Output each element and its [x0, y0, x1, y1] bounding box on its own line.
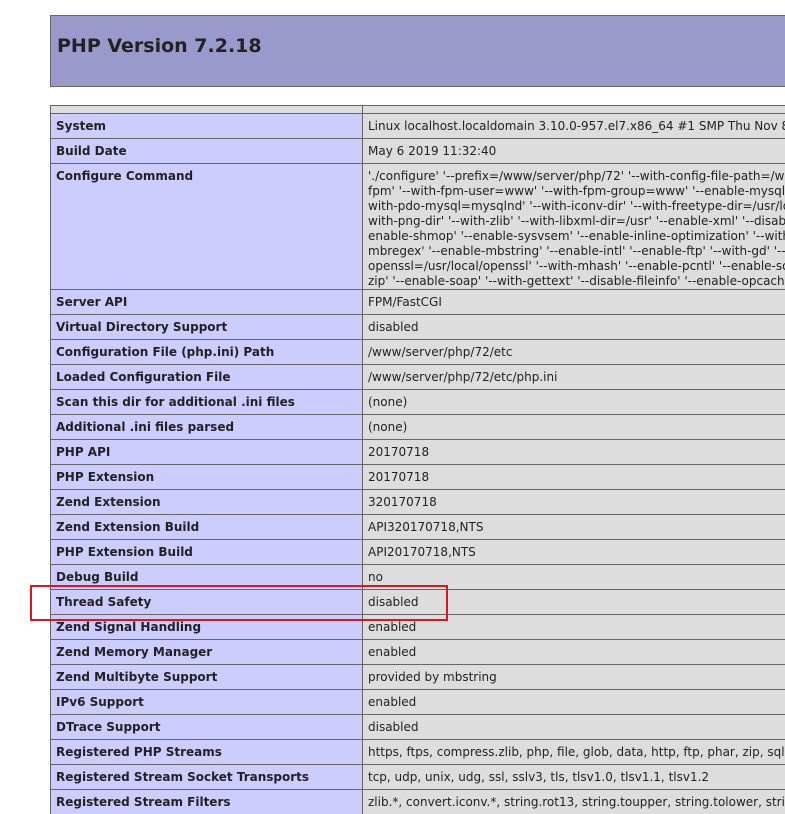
row-key: Registered PHP Streams: [50, 739, 363, 765]
row-value: /www/server/php/72/etc: [362, 339, 785, 365]
row-value: 20170718: [362, 439, 785, 465]
row-key: Additional .ini files parsed: [50, 414, 363, 440]
row-key: Loaded Configuration File: [50, 364, 363, 390]
row-value: disabled: [362, 589, 785, 615]
row-value: 320170718: [362, 489, 785, 515]
row-value: enabled: [362, 639, 785, 665]
table-row: PHP Extension 20170718: [50, 464, 785, 490]
row-key: Registered Stream Socket Transports: [50, 764, 363, 790]
row-key: Debug Build: [50, 564, 363, 590]
row-value: https, ftps, compress.zlib, php, file, g…: [362, 739, 785, 765]
row-key: Configure Command: [50, 163, 363, 290]
table-row: Virtual Directory Support disabled: [50, 314, 785, 340]
configure-command-line: with-png-dir' '--with-zlib' '--with-libx…: [368, 214, 785, 228]
table-row: Build Date May 6 2019 11:32:40: [50, 138, 785, 164]
row-key: IPv6 Support: [50, 689, 363, 715]
row-key: Zend Signal Handling: [50, 614, 363, 640]
table-row: Registered Stream Filters zlib.*, convert…: [50, 789, 785, 814]
row-key: Virtual Directory Support: [50, 314, 363, 340]
row-key: System: [50, 113, 363, 139]
configure-command-line: openssl=/usr/local/openssl' '--with-mhas…: [368, 259, 785, 273]
row-value: zlib.*, convert.iconv.*, string.rot13, s…: [362, 789, 785, 814]
table-row: Zend Multibyte Support provided by mbstri…: [50, 664, 785, 690]
row-key: Zend Multibyte Support: [50, 664, 363, 690]
row-key: Zend Memory Manager: [50, 639, 363, 665]
row-key: PHP API: [50, 439, 363, 465]
table-row: IPv6 Support enabled: [50, 689, 785, 715]
row-value: May 6 2019 11:32:40: [362, 138, 785, 164]
table-row: PHP API 20170718: [50, 439, 785, 465]
configure-command-line: zip' '--enable-soap' '--with-gettext' '-…: [368, 274, 785, 288]
row-value: (none): [362, 389, 785, 415]
row-value: FPM/FastCGI: [362, 289, 785, 315]
table-row: Thread Safety disabled: [50, 589, 785, 615]
row-key: Build Date: [50, 138, 363, 164]
row-key: Configuration File (php.ini) Path: [50, 339, 363, 365]
row-key: Registered Stream Filters: [50, 789, 363, 814]
configure-command-line: './configure' '--prefix=/www/server/php/…: [368, 169, 785, 183]
row-value: enabled: [362, 689, 785, 715]
table-row: Loaded Configuration File/www/server/php…: [50, 364, 785, 390]
row-value: no: [362, 564, 785, 590]
configure-command-line: enable-shmop' '--enable-sysvsem' '--enab…: [368, 229, 785, 243]
row-key: DTrace Support: [50, 714, 363, 740]
table-row: PHP Extension Build API20170718,NTS: [50, 539, 785, 565]
row-value: /www/server/php/72/etc/php.ini: [362, 364, 785, 390]
row-value: API320170718,NTS: [362, 514, 785, 540]
phpinfo-page: PHP Version 7.2.18 System Linux localhost…: [0, 0, 785, 814]
row-key: Server API: [50, 289, 363, 315]
table-row: Additional .ini files parsed (none): [50, 414, 785, 440]
row-value: (none): [362, 414, 785, 440]
table-row: Zend Memory Manager enabled: [50, 639, 785, 665]
table-row: System Linux localhost.localdomain 3.10.0…: [50, 113, 785, 139]
table-row: DTrace Support disabled: [50, 714, 785, 740]
table-row: Zend Signal Handling enabled: [50, 614, 785, 640]
row-value: 20170718: [362, 464, 785, 490]
row-key: Zend Extension: [50, 489, 363, 515]
row-value: API20170718,NTS: [362, 539, 785, 565]
row-value: Linux localhost.localdomain 3.10.0-957.e…: [362, 113, 785, 139]
version-header: PHP Version 7.2.18: [50, 15, 785, 87]
table-row: Server API FPM/FastCGI: [50, 289, 785, 315]
row-key: Thread Safety: [50, 589, 363, 615]
row-value: disabled: [362, 314, 785, 340]
table-row: Zend Extension Build API320170718,NTS: [50, 514, 785, 540]
row-value: enabled: [362, 614, 785, 640]
row-value: tcp, udp, unix, udg, ssl, sslv3, tls, tl…: [362, 764, 785, 790]
row-value: './configure' '--prefix=/www/server/php/…: [362, 163, 785, 290]
phpinfo-table: System Linux localhost.localdomain 3.10.0…: [50, 105, 785, 814]
configure-command-line: mbregex' '--enable-mbstring' '--enable-i…: [368, 244, 785, 258]
row-value: provided by mbstring: [362, 664, 785, 690]
row-key: Scan this dir for additional .ini files: [50, 389, 363, 415]
table-row: Registered Stream Socket Transports tcp, …: [50, 764, 785, 790]
row-key: PHP Extension Build: [50, 539, 363, 565]
table-row: Scan this dir for additional .ini files(…: [50, 389, 785, 415]
configure-command-line: with-pdo-mysql=mysqlnd' '--with-iconv-di…: [368, 199, 785, 213]
table-row: Zend Extension 320170718: [50, 489, 785, 515]
row-value: disabled: [362, 714, 785, 740]
row-key: Zend Extension Build: [50, 514, 363, 540]
page-title: PHP Version 7.2.18: [57, 35, 262, 57]
table-row: Registered PHP Streams https, ftps, compr…: [50, 739, 785, 765]
table-top-pad: [50, 105, 785, 114]
configure-command-line: fpm' '--with-fpm-user=www' '--with-fpm-g…: [368, 184, 785, 198]
row-key: PHP Extension: [50, 464, 363, 490]
table-row: Configuration File (php.ini) Path/www/se…: [50, 339, 785, 365]
table-row: Configure Command './configure' '--prefix…: [50, 163, 785, 290]
table-row: Debug Build no: [50, 564, 785, 590]
